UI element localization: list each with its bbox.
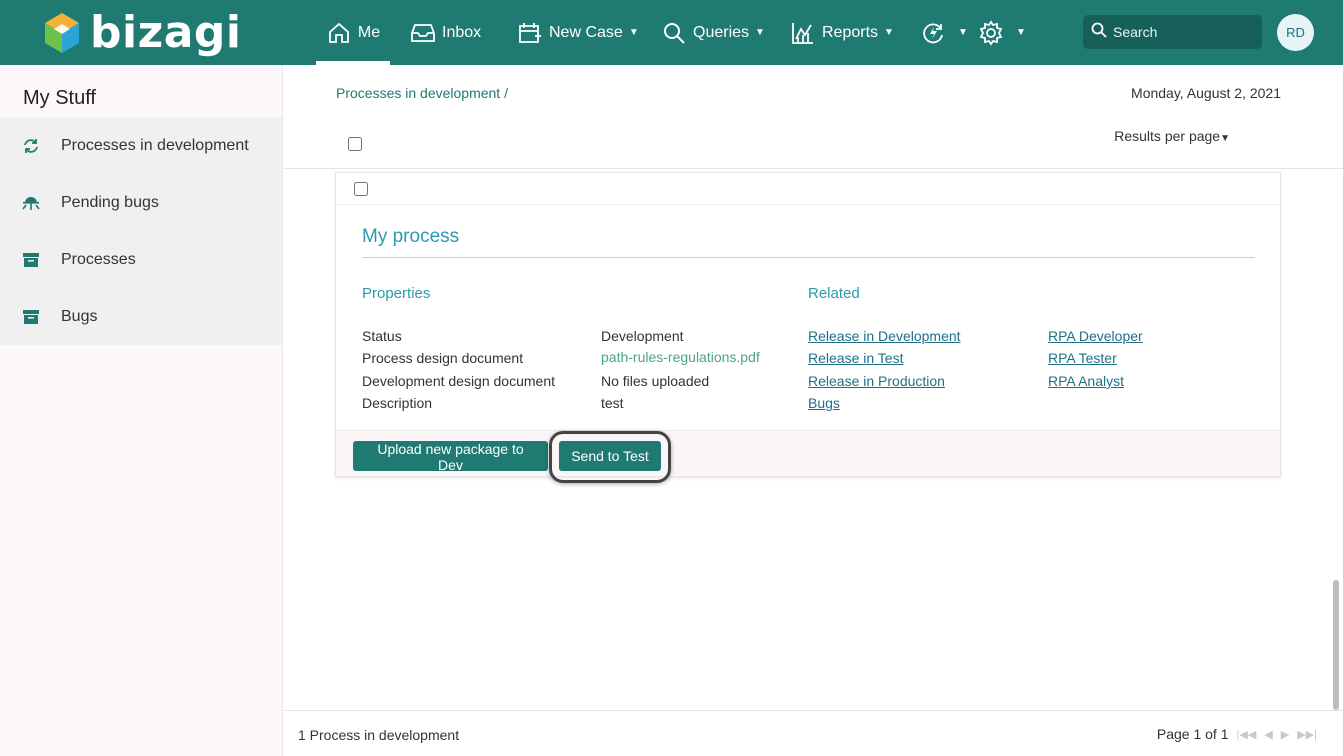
bug-icon bbox=[22, 194, 40, 212]
nav-queries-label: Queries bbox=[693, 23, 750, 41]
first-page-icon[interactable]: |◀◀ bbox=[1237, 728, 1257, 741]
current-date: Monday, August 2, 2021 bbox=[1131, 85, 1281, 101]
link-release-in-test[interactable]: Release in Test bbox=[808, 350, 903, 366]
sidebar-item-processes-in-development[interactable]: Processes in development bbox=[0, 117, 282, 174]
previous-page-icon[interactable]: ◀ bbox=[1264, 728, 1272, 741]
footer-divider bbox=[284, 710, 1343, 711]
nav-reports[interactable]: Reports ▼ bbox=[790, 0, 894, 65]
send-to-test-button[interactable]: Send to Test bbox=[559, 441, 661, 471]
archive-icon bbox=[22, 308, 40, 326]
sidebar-item-label: Processes bbox=[61, 250, 136, 268]
property-label-description: Description bbox=[362, 395, 433, 411]
nav-queries[interactable]: Queries ▼ bbox=[661, 0, 765, 65]
nav-settings[interactable]: ▼ bbox=[978, 0, 1026, 65]
search-box[interactable] bbox=[1083, 15, 1262, 49]
process-title: My process bbox=[362, 226, 460, 247]
property-value-development-design-document: No files uploaded bbox=[601, 373, 710, 389]
nav-me-label: Me bbox=[357, 23, 381, 41]
pagination: Page 1 of 1 |◀◀ ◀ ▶ ▶▶| bbox=[1157, 726, 1317, 742]
gear-icon bbox=[978, 19, 1004, 46]
card-select-checkbox[interactable] bbox=[354, 182, 368, 196]
results-per-page-label: Results per page bbox=[1114, 128, 1221, 144]
link-rpa-tester[interactable]: RPA Tester bbox=[1048, 350, 1117, 366]
logo-text: bizagi bbox=[90, 7, 242, 58]
sidebar-item-label: Processes in development bbox=[61, 136, 249, 154]
chevron-down-icon: ▼ bbox=[1016, 27, 1026, 38]
chevron-down-icon: ▼ bbox=[884, 27, 894, 38]
property-value-description: test bbox=[601, 395, 624, 411]
refresh-icon bbox=[22, 137, 40, 155]
property-value-status: Development bbox=[601, 328, 684, 344]
related-heading: Related bbox=[808, 285, 860, 302]
sidebar-item-label: Bugs bbox=[61, 307, 98, 325]
nav-inbox[interactable]: Inbox bbox=[410, 0, 481, 65]
header-divider bbox=[284, 168, 1343, 169]
main-content: Processes in development / Monday, Augus… bbox=[284, 65, 1343, 756]
card-select-row bbox=[336, 173, 1280, 205]
archive-icon bbox=[22, 251, 40, 269]
sidebar-item-processes[interactable]: Processes bbox=[0, 231, 282, 288]
search-icon bbox=[1091, 22, 1107, 43]
link-bugs[interactable]: Bugs bbox=[808, 395, 840, 411]
sidebar-title: My Stuff bbox=[23, 87, 96, 109]
link-rpa-developer[interactable]: RPA Developer bbox=[1048, 328, 1143, 344]
last-page-icon[interactable]: ▶▶| bbox=[1297, 728, 1317, 741]
lightning-refresh-icon bbox=[920, 20, 946, 46]
chevron-down-icon: ▼ bbox=[628, 27, 639, 38]
vertical-scrollbar[interactable] bbox=[1333, 580, 1339, 710]
sidebar-item-label: Pending bugs bbox=[61, 193, 159, 211]
property-label-process-design-document: Process design document bbox=[362, 350, 524, 366]
chevron-down-icon: ▼ bbox=[755, 27, 765, 38]
link-rpa-analyst[interactable]: RPA Analyst bbox=[1048, 373, 1124, 389]
results-per-page-dropdown[interactable]: Results per page▼ bbox=[1114, 128, 1230, 144]
user-avatar[interactable]: RD bbox=[1277, 14, 1314, 51]
home-icon bbox=[326, 20, 352, 46]
link-release-in-production[interactable]: Release in Production bbox=[808, 373, 945, 389]
breadcrumb[interactable]: Processes in development / bbox=[336, 85, 508, 101]
upload-new-package-button[interactable]: Upload new package to Dev bbox=[353, 441, 548, 473]
select-all-checkbox[interactable] bbox=[348, 137, 362, 151]
nav-inbox-label: Inbox bbox=[442, 23, 482, 41]
search-icon bbox=[661, 20, 687, 46]
link-release-in-development[interactable]: Release in Development bbox=[808, 328, 961, 344]
nav-new-case[interactable]: New Case ▼ bbox=[517, 0, 639, 65]
sidebar-list: Processes in development Pending bugs Pr… bbox=[0, 117, 282, 345]
bizagi-logo[interactable]: bizagi bbox=[42, 6, 241, 60]
properties-heading: Properties bbox=[362, 285, 431, 302]
caret-down-icon: ▼ bbox=[1220, 133, 1230, 144]
sidebar-item-pending-bugs[interactable]: Pending bugs bbox=[0, 174, 282, 231]
file-link-process-design-document[interactable]: path-rules-regulations.pdf bbox=[601, 349, 760, 365]
nav-me[interactable]: Me bbox=[316, 0, 390, 65]
sidebar: My Stuff Processes in development Pendin… bbox=[0, 65, 283, 756]
card-actions: Upload new package to Dev Send to Test bbox=[336, 430, 1280, 483]
nav-automation[interactable]: ▼ bbox=[920, 0, 968, 65]
results-count: 1 Process in development bbox=[298, 727, 460, 743]
reports-icon bbox=[790, 20, 816, 46]
top-navigation-bar: bizagi Me Inbox New Case ▼ Queries ▼ Rep… bbox=[0, 0, 1343, 65]
property-label-development-design-document: Development design document bbox=[362, 373, 556, 389]
page-indicator: Page 1 of 1 bbox=[1156, 726, 1229, 742]
next-page-icon[interactable]: ▶ bbox=[1281, 728, 1289, 741]
new-case-icon bbox=[517, 20, 543, 46]
property-label-status: Status bbox=[362, 328, 402, 344]
nav-reports-label: Reports bbox=[822, 23, 879, 41]
inbox-icon bbox=[410, 20, 436, 46]
sidebar-item-bugs[interactable]: Bugs bbox=[0, 288, 282, 345]
search-input[interactable] bbox=[1113, 24, 1253, 40]
chevron-down-icon: ▼ bbox=[958, 27, 968, 38]
title-divider bbox=[362, 257, 1255, 258]
process-card: My process Properties Related Status Dev… bbox=[335, 172, 1281, 483]
bizagi-logo-icon bbox=[45, 13, 79, 53]
nav-new-case-label: New Case bbox=[549, 23, 623, 41]
